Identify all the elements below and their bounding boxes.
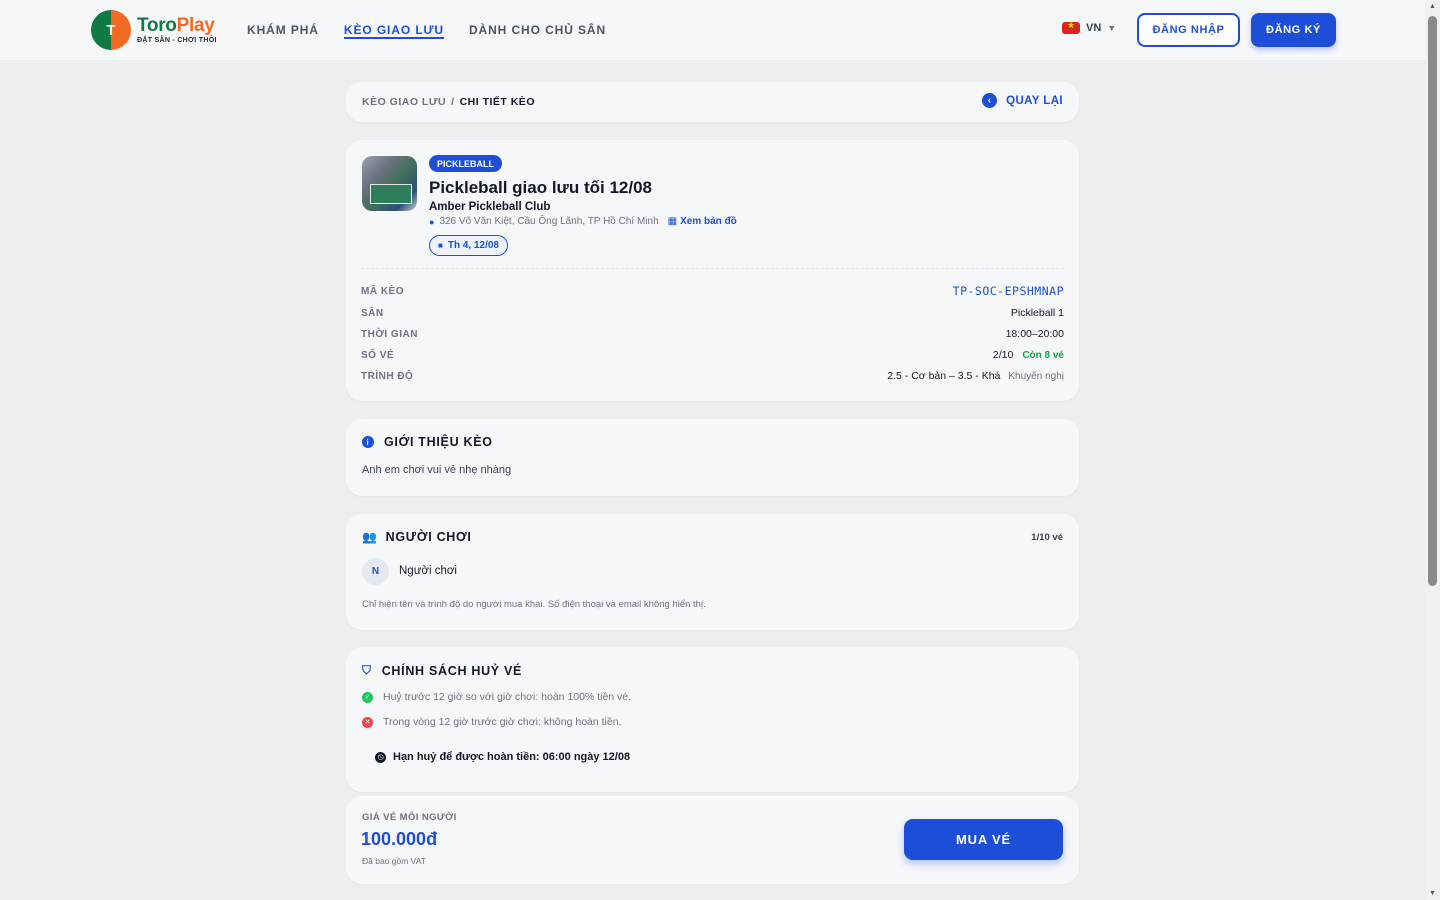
no-refund-rule: Trong vòng 12 giờ trước giờ chơi: không … <box>383 716 622 728</box>
refund-rule: Huỷ trước 12 giờ so với giờ chơi: hoàn 1… <box>383 691 632 703</box>
scroll-down-icon[interactable]: ▼ <box>1429 890 1436 897</box>
vat-note: Đã bao gồm VAT <box>362 856 426 866</box>
venue-address: 326 Võ Văn Kiệt, Cầu Ông Lãnh, TP Hồ Chí… <box>439 216 659 227</box>
level-note: Khuyến nghị <box>1008 370 1064 382</box>
buy-ticket-button[interactable]: MUA VÉ <box>904 819 1063 860</box>
nav-explore[interactable]: KHÁM PHÁ <box>247 0 319 60</box>
language-selector[interactable]: VN ▼ <box>1062 20 1117 34</box>
clock-icon: ◷ <box>375 751 386 763</box>
event-date: Th 4, 12/08 <box>447 240 499 251</box>
top-header: T ToroPlay ĐẶT SÂN - CHƠI THÔI KHÁM PHÁ … <box>0 0 1425 60</box>
price-label: GIÁ VÉ MỖI NGƯỜI <box>362 812 457 823</box>
tickets-value-group: 2/10 Còn 8 vé <box>993 349 1064 361</box>
calendar-icon: ■ <box>438 241 443 250</box>
club-name: Amber Pickleball Club <box>429 201 551 213</box>
chevron-down-icon: ▼ <box>1107 23 1117 33</box>
tickets-value: 2/10 <box>992 349 1014 361</box>
scrollbar-thumb[interactable] <box>1428 16 1437 586</box>
policy-heading: ⛉ CHÍNH SÁCH HUỶ VÉ <box>362 663 522 678</box>
intro-title: GIỚI THIỆU KÈO <box>384 435 493 449</box>
level-value: 2.5 - Cơ bản – 3.5 - Khá <box>887 370 1001 382</box>
location-pin-icon: ● <box>429 216 435 227</box>
check-circle-icon: ✓ <box>362 691 373 703</box>
view-map-link[interactable]: ▦ Xem bản đồ <box>668 216 737 227</box>
players-heading: 👥 NGƯỜI CHƠI <box>362 530 472 544</box>
brand-name: ToroPlay <box>137 16 217 35</box>
scroll-up-icon[interactable]: ▲ <box>1429 3 1436 10</box>
logo-mark: T <box>91 10 131 50</box>
level-label: TRÌNH ĐỘ <box>361 370 414 382</box>
intro-heading: i GIỚI THIỆU KÈO <box>362 435 493 449</box>
court-label: SÂN <box>361 307 384 319</box>
info-row-tickets: SỐ VÉ 2/10 Còn 8 vé <box>361 349 1064 361</box>
brand-tagline: ĐẶT SÂN - CHƠI THÔI <box>137 37 217 44</box>
nav-for-owners[interactable]: DÀNH CHO CHỦ SÂN <box>469 0 606 60</box>
player-name: Người chơi <box>399 565 457 577</box>
nav-matches[interactable]: KÈO GIAO LƯU <box>343 0 445 60</box>
intro-text: Anh em chơi vui vẻ nhẹ nhàng <box>362 464 512 476</box>
users-icon: 👥 <box>362 530 378 544</box>
chevron-left-icon: ‹ <box>982 93 998 108</box>
back-button[interactable]: ‹ QUAY LẠI <box>982 93 1063 108</box>
intro-card: i GIỚI THIỆU KÈO Anh em chơi vui vẻ nhẹ … <box>346 419 1079 496</box>
info-icon: i <box>362 436 374 448</box>
info-row-code: MÃ KÈO TP-SOC-EPSHMNAP <box>361 284 1064 298</box>
venue-photo <box>362 156 417 211</box>
refund-deadline: ◷ Hạn huỷ để được hoàn tiền: 06:00 ngày … <box>375 751 630 763</box>
logo[interactable]: T ToroPlay ĐẶT SÂN - CHƠI THÔI <box>91 10 217 50</box>
breadcrumb-parent[interactable]: KÈO GIAO LƯU <box>362 96 446 108</box>
detail-divider <box>361 268 1064 269</box>
map-icon: ▦ <box>667 216 678 227</box>
tickets-left: Còn 8 vé <box>1022 349 1064 361</box>
view-map-label: Xem bản đồ <box>680 216 737 227</box>
language-code: VN <box>1086 22 1102 34</box>
refund-rule-row: ✓ Huỷ trước 12 giờ so với giờ chơi: hoàn… <box>362 691 631 703</box>
avatar: N <box>362 558 389 585</box>
breadcrumb-separator: / <box>451 96 455 108</box>
brand-name-part-2: Play <box>176 15 215 36</box>
logo-text: ToroPlay ĐẶT SÂN - CHƠI THÔI <box>137 16 217 44</box>
back-label: QUAY LẠI <box>1006 94 1063 107</box>
event-title: Pickleball giao lưu tối 12/08 <box>429 178 653 197</box>
tickets-label: SỐ VÉ <box>361 349 395 361</box>
match-code: TP-SOC-EPSHMNAP <box>952 284 1064 298</box>
breadcrumb: KÈO GIAO LƯU / CHI TIẾT KÈO <box>362 96 535 108</box>
breadcrumb-current: CHI TIẾT KÈO <box>459 96 535 108</box>
time-value: 18:00–20:00 <box>1005 328 1064 340</box>
players-title: NGƯỜI CHƠI <box>385 530 472 544</box>
ticket-price: 100.000đ <box>361 829 438 849</box>
players-card: 👥 NGƯỜI CHƠI 1/10 vé N Người chơi Chỉ hi… <box>346 514 1079 630</box>
policy-title: CHÍNH SÁCH HUỶ VÉ <box>381 663 523 678</box>
purchase-card: GIÁ VÉ MỖI NGƯỜI 100.000đ Đã bao gồm VAT… <box>346 796 1079 884</box>
sport-badge: PICKLEBALL <box>429 155 502 172</box>
event-date-chip: ■ Th 4, 12/08 <box>429 235 508 256</box>
address-row: ● 326 Võ Văn Kiệt, Cầu Ông Lãnh, TP Hồ C… <box>429 216 737 227</box>
code-label: MÃ KÈO <box>361 285 404 297</box>
shield-icon: ⛉ <box>362 663 372 677</box>
main-nav: KHÁM PHÁ KÈO GIAO LƯU DÀNH CHO CHỦ SÂN <box>247 0 631 60</box>
info-row-level: TRÌNH ĐỘ 2.5 - Cơ bản – 3.5 - Khá Khuyến… <box>361 370 1064 382</box>
vietnam-flag-icon <box>1062 20 1080 34</box>
info-row-court: SÂN Pickleball 1 <box>361 307 1064 319</box>
privacy-note: Chỉ hiện tên và trình độ do người mua kh… <box>362 599 706 610</box>
time-label: THỜI GIAN <box>361 328 418 340</box>
breadcrumb-card: KÈO GIAO LƯU / CHI TIẾT KÈO ‹ QUAY LẠI <box>346 82 1079 122</box>
page-scrollbar[interactable]: ▲ ▼ <box>1425 0 1440 900</box>
register-button[interactable]: ĐĂNG KÝ <box>1251 13 1336 47</box>
x-circle-icon: ✕ <box>362 716 373 728</box>
info-row-time: THỜI GIAN 18:00–20:00 <box>361 328 1064 340</box>
court-value: Pickleball 1 <box>1010 307 1064 319</box>
brand-name-part-1: Toro <box>137 15 177 36</box>
login-button[interactable]: ĐĂNG NHẬP <box>1137 13 1240 47</box>
no-refund-rule-row: ✕ Trong vòng 12 giờ trước giờ chơi: khôn… <box>362 716 621 728</box>
level-value-group: 2.5 - Cơ bản – 3.5 - Khá Khuyến nghị <box>887 370 1064 382</box>
refund-deadline-text: Hạn huỷ để được hoàn tiền: 06:00 ngày 12… <box>393 751 631 763</box>
player-count: 1/10 vé <box>1031 532 1063 543</box>
cancellation-policy-card: ⛉ CHÍNH SÁCH HUỶ VÉ ✓ Huỷ trước 12 giờ s… <box>346 647 1079 792</box>
